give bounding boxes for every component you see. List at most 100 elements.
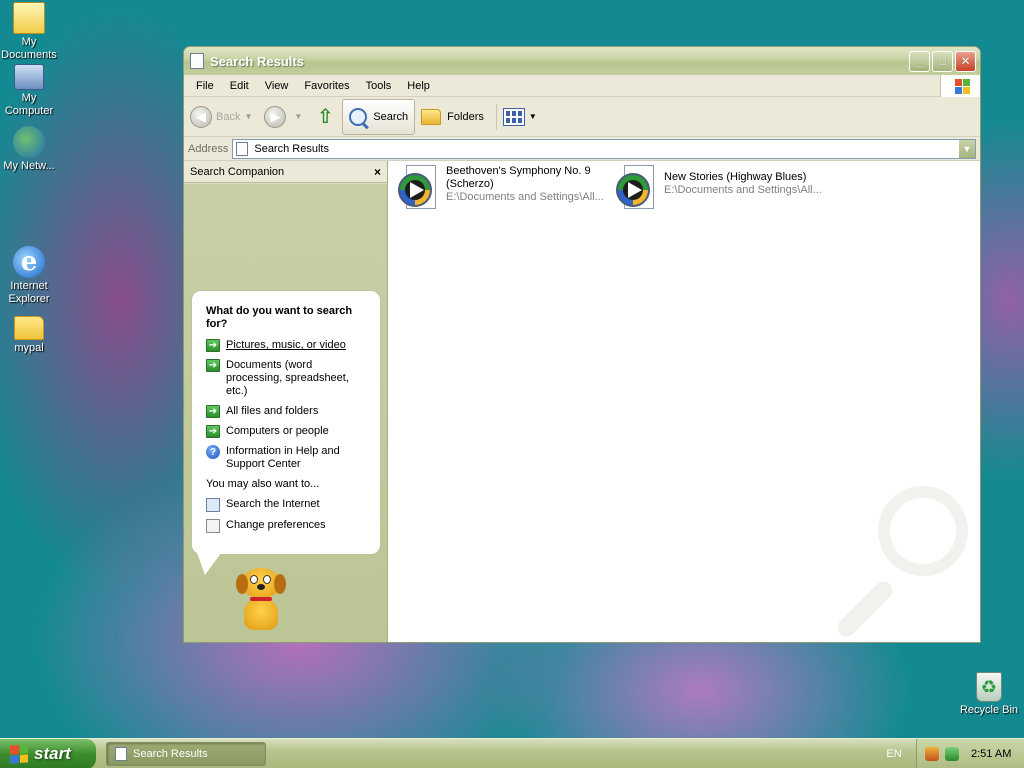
toolbar-divider [495,103,497,130]
toolbar: ◀ Back ▼ ▶ ▼ ⇧ Search Folders ▼ [184,97,980,137]
tray-app-icon[interactable] [925,747,939,761]
option-change-preferences[interactable]: Change preferences [206,519,370,533]
menu-tools[interactable]: Tools [358,80,400,92]
desktop-icon-label: My Documents [1,36,57,61]
chevron-down-icon[interactable]: ▼ [529,112,537,121]
back-arrow-icon: ◀ [190,105,212,128]
forward-arrow-icon: ▶ [264,105,287,128]
my-computer-icon [14,64,44,90]
results-pane: Beethoven's Symphony No. 9 (Scherzo) E:\… [388,161,980,642]
menu-file[interactable]: File [188,80,222,92]
address-dropdown-button[interactable]: ▼ [958,139,975,158]
result-item[interactable]: New Stories (Highway Blues) E:\Documents… [616,165,826,211]
option-search-internet[interactable]: Search the Internet [206,498,370,512]
search-results-icon [115,746,127,761]
close-button[interactable]: ✕ [955,50,976,72]
address-input[interactable]: Search Results ▼ [232,138,976,159]
green-arrow-icon: ➔ [206,359,220,372]
search-dog-character-icon[interactable] [236,568,290,634]
folder-icon [14,316,44,340]
taskbar: start Search Results EN 2:51 AM [0,738,1024,768]
windows-flag-icon [10,743,28,764]
desktop-icon-my-network[interactable]: My Netw... [0,126,61,173]
desktop-icon-label: Internet Explorer [8,280,50,305]
title-bar[interactable]: Search Results _ □ ✕ [184,47,980,75]
help-icon: ? [206,445,220,459]
result-name: New Stories (Highway Blues) [664,171,807,183]
option-label: Documents (word processing, spreadsheet,… [226,359,349,397]
option-documents[interactable]: ➔ Documents (word processing, spreadshee… [206,359,370,398]
option-label: Change preferences [226,519,326,531]
chevron-down-icon[interactable]: ▼ [294,112,302,121]
maximize-button[interactable]: □ [932,50,953,72]
desktop-icon-recycle-bin[interactable]: ♻ Recycle Bin [957,672,1021,717]
taskbar-button-search-results[interactable]: Search Results [106,741,266,766]
desktop-icon-my-computer[interactable]: My Computer [0,64,61,118]
search-results-window: Search Results _ □ ✕ File Edit View Favo… [183,46,981,643]
window-title: Search Results [210,53,304,69]
back-button[interactable]: ◀ Back ▼ [190,105,258,128]
desktop-icon-label: mypal [14,342,44,354]
minimize-button[interactable]: _ [909,50,930,72]
address-bar: Address Search Results ▼ [184,137,980,161]
forward-button[interactable]: ▶ ▼ [264,105,308,128]
folders-label: Folders [447,110,484,123]
window-icon [190,53,204,69]
search-button[interactable]: Search [342,98,416,135]
result-path: E:\Documents and Settings\All... [446,191,604,203]
window-body: Search Companion × What do you want to s… [184,161,980,642]
desktop-icon-my-documents[interactable]: My Documents [0,2,61,62]
option-pictures-music-video[interactable]: ➔ Pictures, music, or video [206,339,370,352]
recycle-bin-icon: ♻ [976,672,1002,702]
start-label: start [34,743,71,763]
language-indicator[interactable]: EN [880,739,908,768]
address-label: Address [188,142,229,155]
option-help-support[interactable]: ? Information in Help and Support Center [206,445,370,471]
back-label: Back [216,110,241,123]
preferences-icon [206,519,220,533]
desktop-icon-label: My Computer [4,92,54,117]
menu-favorites[interactable]: Favorites [296,80,357,92]
views-icon [502,107,525,126]
close-icon[interactable]: × [374,165,381,179]
search-balloon: What do you want to search for? ➔ Pictur… [191,290,381,555]
taskbar-button-label: Search Results [133,747,208,760]
desktop-icon-label: My Netw... [3,160,55,172]
desktop-icon-label: Recycle Bin [959,704,1019,716]
views-button[interactable]: ▼ [502,107,543,126]
windows-logo-icon [940,75,980,97]
option-computers-people[interactable]: ➔ Computers or people [206,425,370,438]
media-file-icon [616,165,656,211]
start-button[interactable]: start [0,738,96,768]
clock[interactable]: 2:51 AM [971,748,1011,760]
option-all-files-folders[interactable]: ➔ All files and folders [206,405,370,418]
tray-network-icon[interactable] [945,747,959,761]
desktop-icon-mypal[interactable]: mypal [0,310,61,355]
my-network-icon [13,126,45,158]
desktop-icon-internet-explorer[interactable]: e Internet Explorer [0,246,61,306]
result-item[interactable]: Beethoven's Symphony No. 9 (Scherzo) E:\… [398,165,608,211]
search-icon [349,107,368,126]
up-folder-icon[interactable]: ⇧ [314,106,336,128]
internet-search-icon [206,498,220,512]
magnifier-watermark-icon [824,486,974,641]
my-documents-icon [13,2,45,34]
folder-icon [421,108,442,125]
menu-view[interactable]: View [257,80,297,92]
address-value: Search Results [254,142,329,155]
search-label: Search [373,110,409,123]
chevron-down-icon[interactable]: ▼ [244,112,252,121]
green-arrow-icon: ➔ [206,339,220,352]
menu-edit[interactable]: Edit [222,80,257,92]
green-arrow-icon: ➔ [206,425,220,438]
system-tray: 2:51 AM [916,739,1024,768]
media-file-icon [398,165,438,211]
result-path: E:\Documents and Settings\All... [664,184,822,196]
menu-bar: File Edit View Favorites Tools Help [184,75,980,97]
also-label: You may also want to... [206,478,320,490]
search-question: What do you want to search for? [206,305,353,330]
folders-button[interactable]: Folders [421,108,484,125]
search-companion-pane: Search Companion × What do you want to s… [184,161,388,642]
menu-help[interactable]: Help [399,80,438,92]
option-label: Pictures, music, or video [226,339,346,351]
